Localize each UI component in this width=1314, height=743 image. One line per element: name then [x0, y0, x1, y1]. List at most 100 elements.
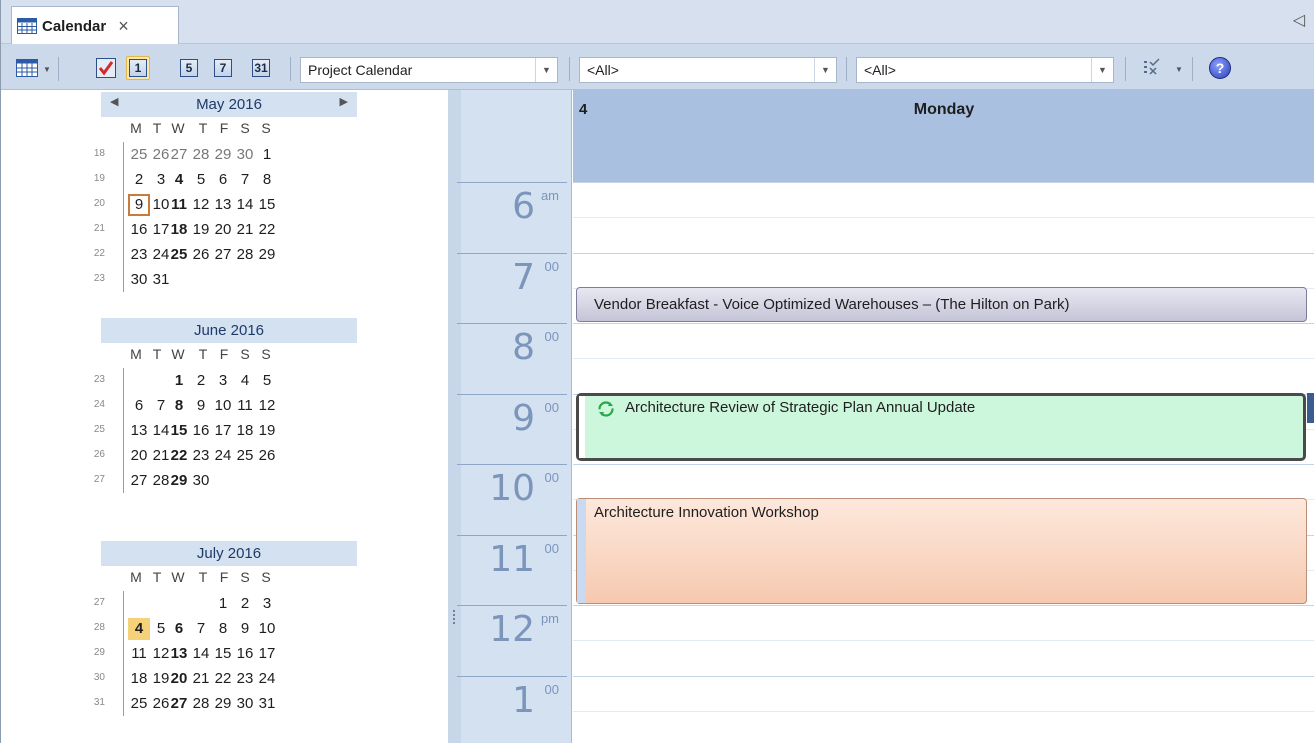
mini-day[interactable]: 23 [128, 244, 150, 266]
chevron-down-icon[interactable]: ▼ [814, 58, 836, 82]
mini-day[interactable]: 30 [128, 269, 150, 291]
mini-day[interactable]: 27 [168, 144, 190, 166]
week-number[interactable]: 27 [89, 474, 105, 485]
appointment-vendor-breakfast[interactable]: Vendor Breakfast - Voice Optimized Wareh… [576, 287, 1307, 322]
mini-day[interactable]: 16 [234, 643, 256, 665]
mini-day[interactable]: 22 [212, 668, 234, 690]
week-number[interactable]: 23 [89, 374, 105, 385]
mini-day[interactable]: 20 [128, 445, 150, 467]
mini-day[interactable]: 14 [234, 194, 256, 216]
week-number[interactable]: 25 [89, 424, 105, 435]
week-number[interactable]: 18 [89, 148, 105, 159]
collapse-arrow-icon[interactable]: ◁ [1293, 10, 1305, 30]
week-number[interactable]: 23 [89, 273, 105, 284]
week-number[interactable]: 22 [89, 248, 105, 259]
chevron-down-icon[interactable]: ▼ [535, 58, 557, 82]
chevron-down-icon[interactable]: ▼ [43, 65, 51, 74]
mini-day[interactable]: 22 [256, 219, 278, 241]
mini-day[interactable]: 28 [234, 244, 256, 266]
week-number[interactable]: 19 [89, 173, 105, 184]
mini-day[interactable]: 27 [128, 470, 150, 492]
mini-day[interactable]: 29 [168, 470, 190, 492]
mini-day[interactable]: 21 [190, 668, 212, 690]
day-grid[interactable] [573, 182, 1314, 743]
mini-day[interactable]: 29 [212, 693, 234, 715]
filter-select-2[interactable]: <All> ▼ [856, 57, 1114, 83]
mini-day[interactable]: 13 [212, 194, 234, 216]
mini-day[interactable]: 8 [212, 618, 234, 640]
week-number[interactable]: 24 [89, 399, 105, 410]
mini-day[interactable]: 6 [212, 169, 234, 191]
mini-day[interactable]: 8 [168, 395, 190, 417]
mini-day[interactable]: 13 [168, 643, 190, 665]
work-week-view-button[interactable]: 5 [177, 56, 201, 80]
mini-day[interactable]: 20 [212, 219, 234, 241]
chevron-down-icon[interactable]: ▼ [1091, 58, 1113, 82]
mini-day[interactable]: 14 [190, 643, 212, 665]
mini-day[interactable]: 29 [256, 244, 278, 266]
month-view-button[interactable]: 31 [249, 56, 273, 80]
mini-day[interactable]: 23 [234, 668, 256, 690]
mini-day[interactable]: 6 [128, 395, 150, 417]
mini-day[interactable]: 9 [234, 618, 256, 640]
calendar-select[interactable]: Project Calendar ▼ [300, 57, 558, 83]
mini-day[interactable]: 22 [168, 445, 190, 467]
mini-day[interactable]: 15 [168, 420, 190, 442]
mini-day[interactable]: 30 [234, 693, 256, 715]
week-view-button[interactable]: 7 [211, 56, 235, 80]
mini-day[interactable]: 27 [212, 244, 234, 266]
mini-day[interactable]: 18 [168, 219, 190, 241]
mini-day[interactable]: 17 [256, 643, 278, 665]
mini-day[interactable]: 23 [190, 445, 212, 467]
week-number[interactable]: 30 [89, 672, 105, 683]
week-number[interactable]: 28 [89, 622, 105, 633]
mini-day[interactable]: 21 [234, 219, 256, 241]
day-header[interactable]: 4 Monday [573, 90, 1314, 182]
list-options-button[interactable] [1140, 56, 1164, 80]
mini-month-header[interactable]: July 2016 [101, 541, 357, 566]
mini-day[interactable]: 4 [234, 370, 256, 392]
tab-calendar[interactable]: Calendar × [11, 6, 179, 45]
mini-day[interactable]: 10 [256, 618, 278, 640]
mini-day[interactable]: 11 [168, 194, 190, 216]
mini-day[interactable]: 3 [256, 593, 278, 615]
week-number[interactable]: 27 [89, 597, 105, 608]
help-button[interactable]: ? [1208, 56, 1232, 80]
mini-day[interactable]: 5 [190, 169, 212, 191]
mini-day[interactable]: 7 [234, 169, 256, 191]
mini-day[interactable]: 24 [256, 668, 278, 690]
mini-day[interactable]: 10 [212, 395, 234, 417]
mini-day[interactable]: 17 [212, 420, 234, 442]
mini-day[interactable]: 20 [168, 668, 190, 690]
week-number[interactable]: 20 [89, 198, 105, 209]
mini-day[interactable]: 18 [128, 668, 150, 690]
mini-day[interactable]: 2 [234, 593, 256, 615]
mini-day[interactable]: 31 [256, 693, 278, 715]
prev-month-icon[interactable]: ◀ [110, 95, 118, 108]
mini-day[interactable]: 12 [190, 194, 212, 216]
mini-day[interactable]: 9 [128, 194, 150, 216]
mini-day[interactable]: 6 [168, 618, 190, 640]
close-icon[interactable]: × [118, 16, 129, 37]
task-view-button[interactable] [94, 56, 118, 80]
mini-day[interactable]: 8 [256, 169, 278, 191]
mini-day[interactable]: 15 [212, 643, 234, 665]
mini-day[interactable]: 4 [128, 618, 150, 640]
mini-day[interactable]: 26 [256, 445, 278, 467]
mini-day[interactable]: 25 [234, 445, 256, 467]
mini-day[interactable]: 11 [128, 643, 150, 665]
mini-day[interactable]: 16 [128, 219, 150, 241]
mini-day[interactable]: 25 [128, 144, 150, 166]
mini-day[interactable]: 11 [234, 395, 256, 417]
week-number[interactable]: 21 [89, 223, 105, 234]
splitter-grip-icon[interactable] [453, 610, 455, 624]
mini-day[interactable]: 19 [256, 420, 278, 442]
mini-month-header[interactable]: June 2016 [101, 318, 357, 343]
mini-day[interactable]: 29 [212, 144, 234, 166]
appointment-architecture-review[interactable]: Architecture Review of Strategic Plan An… [576, 393, 1306, 461]
mini-day[interactable]: 24 [212, 445, 234, 467]
calendar-view-button[interactable] [15, 56, 39, 80]
mini-day[interactable]: 25 [128, 693, 150, 715]
appointment-innovation-workshop[interactable]: Architecture Innovation Workshop [576, 498, 1307, 604]
mini-day[interactable]: 3 [212, 370, 234, 392]
